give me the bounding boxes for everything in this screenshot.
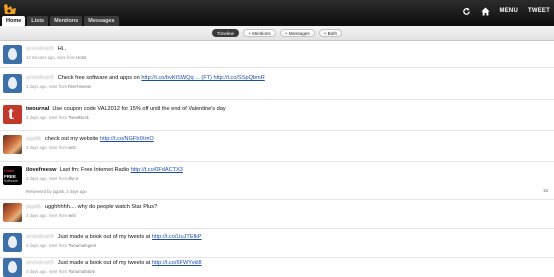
tweet-username[interactable]: jagatk: [26, 136, 41, 142]
tweet-meta: 3 days ago. Sent from web: [26, 145, 76, 150]
tweet-item: arvindnair8 Hi.. 13 minutes ago. Sent fro…: [0, 41, 554, 68]
retweet-count: 16: [542, 188, 548, 193]
tweet-text: Check free software and apps on: [57, 75, 142, 81]
tweet-source[interactable]: RiseTweeter: [68, 84, 91, 89]
refresh-icon[interactable]: [462, 7, 471, 16]
avatar[interactable]: [3, 105, 22, 124]
tweet-text-line: arvindnair8 Just made a book out of my tw…: [26, 260, 202, 266]
tweet-username[interactable]: twournal: [26, 106, 49, 112]
tweet-button[interactable]: TWEET: [528, 8, 550, 14]
avatar[interactable]: [3, 135, 22, 154]
tweet-text-line: ilovefreesw Last fm: Free Internet Radio …: [26, 167, 183, 173]
tweet-time: 3 days ago. Sent from: [26, 213, 69, 218]
retweet-info: Retweeted by jagatk, 3 days ago: [26, 189, 87, 194]
tweet-item: i love FREE Software ilovefreesw Last fm: F…: [0, 163, 554, 200]
tweet-item: arvindnair8 Check free software and apps …: [0, 69, 554, 100]
tweet-link[interactable]: http://t.co/UuJTEfkP: [152, 234, 202, 240]
tweet-source[interactable]: TwournalStore: [68, 269, 95, 274]
tweet-time: 3 days ago. Sent from: [26, 115, 69, 120]
tweet-meta: 13 minutes ago. Sent from Hotot: [26, 55, 86, 60]
tweet-text: Last fm: Free Internet Radio: [59, 167, 131, 173]
tweet-text-line: arvindnair8 Check free software and apps …: [26, 75, 265, 81]
tab-messages[interactable]: Messages: [84, 16, 119, 26]
tweet-meta: 3 days ago. Sent from TweetDeck: [26, 115, 89, 120]
tweet-source[interactable]: web: [68, 213, 76, 218]
tweet-link[interactable]: http://t.co/0FdACTX3: [131, 167, 183, 173]
tab-mentions[interactable]: Mentions: [50, 16, 83, 26]
tweet-source[interactable]: TweetDeck: [68, 115, 89, 120]
avatar[interactable]: [3, 233, 22, 252]
home-icon[interactable]: [480, 7, 490, 16]
tweet-username[interactable]: ilovefreesw: [26, 167, 56, 173]
top-bar: Home Lists Mentions Messages MENU TWEET: [0, 0, 554, 26]
tweet-item: arvindnair8 Just made a book out of my tw…: [0, 230, 554, 258]
tweet-text-line: twournal Use coupon code VAL2012 for 15% …: [26, 106, 226, 112]
tweet-meta: 4 days ago. Sent from TwournalAgent: [26, 243, 96, 248]
filter-bar: Timeline + Mentions + Messages + Both: [0, 26, 554, 41]
tweet-username[interactable]: arvindnair8: [26, 260, 54, 266]
avatar[interactable]: [3, 74, 22, 93]
tweet-username[interactable]: jagatk: [26, 204, 41, 210]
tweet-time: 3 days ago. Sent from: [26, 84, 69, 89]
main-tabs: Home Lists Mentions Messages: [2, 16, 119, 26]
tweet-username[interactable]: arvindnair8: [26, 234, 54, 240]
tweet-text: Use coupon code VAL2012 for 15% off unti…: [52, 106, 226, 112]
tweet-text-line: arvindnair8 Hi..: [26, 46, 66, 52]
tweet-text-line: jagatk ugghhhhh.... why do people watch S…: [26, 204, 157, 210]
filter-messages[interactable]: + Messages: [279, 29, 315, 37]
filter-timeline[interactable]: Timeline: [211, 29, 240, 37]
tweet-text: ugghhhhh.... why do people watch Star Pl…: [44, 204, 158, 210]
tweet-time: 3 days ago. Sent from: [26, 145, 69, 150]
filter-both[interactable]: + Both: [318, 29, 343, 37]
tweet-link[interactable]: http://t.co/bvKtSWQq ... (FT) http://t.c…: [141, 75, 264, 81]
tab-home[interactable]: Home: [2, 16, 26, 26]
tweet-source[interactable]: TwournalAgent: [68, 243, 96, 248]
tweet-time: 4 days ago. Sent from: [26, 243, 69, 248]
tweet-item: jagatk check out my website http://t.co/N…: [0, 132, 554, 162]
tweet-item: jagatk ugghhhhh.... why do people watch S…: [0, 201, 554, 229]
app-logo: [4, 4, 16, 14]
tab-lists[interactable]: Lists: [27, 16, 49, 26]
tweet-link[interactable]: http://t.co/NGFbIXmO: [100, 136, 154, 142]
top-actions: MENU TWEET: [462, 6, 550, 16]
tweet-text-line: jagatk check out my website http://t.co/N…: [26, 136, 154, 142]
menu-button[interactable]: MENU: [500, 8, 518, 14]
tweet-source[interactable]: dlvr.it: [68, 176, 78, 181]
avatar[interactable]: i love FREE Software: [3, 166, 22, 185]
tweet-time: 3 days ago. Sent from: [26, 176, 69, 181]
tweet-source[interactable]: web: [68, 145, 76, 150]
avatar[interactable]: [3, 203, 22, 222]
tweet-meta: 3 days ago. Sent from web: [26, 213, 76, 218]
tweet-item: twournalUse coupon code VAL2012 for 15% …: [0, 101, 554, 131]
tweet-link[interactable]: http://t.co/6FWYvkl8: [152, 260, 202, 266]
tweet-text: Hi..: [57, 46, 67, 52]
tweet-meta: 4 days ago. Sent from TwournalStore: [26, 269, 95, 274]
tweet-text-line: arvindnair8 Just made a book out of my tw…: [26, 234, 202, 240]
tweet-text: Just made a book out of my tweets at: [57, 234, 152, 240]
avatar[interactable]: [3, 258, 22, 277]
tweet-text: check out my website: [44, 136, 100, 142]
tweet-time: 4 days ago. Sent from: [26, 269, 69, 274]
tweet-username[interactable]: arvindnair8: [26, 75, 54, 81]
tweet-username[interactable]: arvindnair8: [26, 46, 54, 52]
tweet-meta: 3 days ago. Sent from dlvr.it: [26, 176, 78, 181]
avatar[interactable]: [3, 45, 22, 64]
tweet-meta: 3 days ago. Sent from RiseTweeter: [26, 84, 91, 89]
tweet-item: arvindnair8 Just made a book out of my tw…: [0, 258, 554, 277]
tweet-source[interactable]: Hotot: [76, 55, 86, 60]
tweet-time: 13 minutes ago. Sent from: [26, 55, 77, 60]
filter-mentions[interactable]: + Mentions: [243, 29, 276, 37]
tweet-text: Just made a book out of my tweets at: [57, 260, 152, 266]
